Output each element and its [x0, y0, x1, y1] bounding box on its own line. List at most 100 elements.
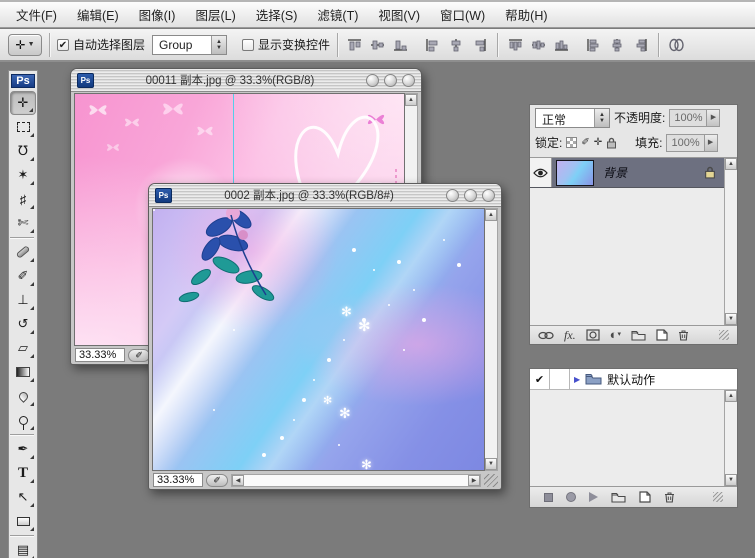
blend-mode-dropdown[interactable]: 正常 ▲▼ — [535, 108, 610, 128]
opacity-field[interactable]: 100% ▶ — [669, 109, 720, 127]
scroll-up-icon[interactable]: ▲ — [405, 94, 417, 106]
rectangle-tool[interactable] — [10, 509, 36, 533]
distribute-right-edges-icon[interactable] — [631, 36, 650, 53]
new-layer-icon[interactable] — [656, 329, 668, 341]
distribute-left-edges-icon[interactable] — [585, 36, 604, 53]
scroll-up-icon[interactable]: ▲ — [725, 390, 737, 402]
scroll-down-icon[interactable]: ▼ — [725, 474, 737, 486]
record-icon[interactable] — [566, 492, 576, 502]
new-set-icon[interactable] — [611, 492, 626, 503]
minimize-button[interactable] — [366, 74, 379, 87]
play-icon[interactable] — [589, 492, 598, 502]
rectangular-marquee-tool[interactable] — [10, 115, 36, 139]
vertical-scrollbar[interactable]: ▲ ▼ — [485, 208, 498, 471]
new-action-icon[interactable] — [639, 491, 651, 503]
zoom-level-field[interactable]: 33.33% — [75, 348, 125, 362]
zoom-level-field[interactable]: 33.33% — [153, 473, 203, 487]
close-button[interactable] — [482, 189, 495, 202]
actions-scrollbar[interactable]: ▲ ▼ — [724, 390, 737, 486]
slice-tool[interactable]: ✄ — [10, 211, 36, 235]
visibility-toggle[interactable] — [530, 158, 552, 187]
new-group-icon[interactable] — [631, 330, 646, 341]
lock-position-icon[interactable]: ✛ — [594, 137, 602, 149]
menu-item-1[interactable]: 编辑(E) — [67, 2, 129, 27]
window-title-bar[interactable]: Ps 0002 副本.jpg @ 33.3%(RGB/8#) — [149, 184, 501, 207]
menu-item-2[interactable]: 图像(I) — [129, 2, 186, 27]
pen-tool[interactable]: ✒ — [10, 437, 36, 461]
resize-grip[interactable] — [713, 492, 723, 502]
distribute-bottom-edges-icon[interactable] — [552, 36, 571, 53]
resize-grip[interactable] — [484, 474, 498, 487]
close-button[interactable] — [402, 74, 415, 87]
scroll-left-icon[interactable]: ◀ — [232, 475, 244, 486]
menu-item-6[interactable]: 视图(V) — [368, 2, 430, 27]
canvas-image-blue[interactable]: ✻ ✻ ✻ ✻ ✻ — [152, 208, 485, 471]
menu-item-7[interactable]: 窗口(W) — [430, 2, 495, 27]
layer-row-background[interactable]: 背景 — [530, 158, 724, 188]
delete-layer-icon[interactable] — [678, 329, 689, 341]
horizontal-scrollbar[interactable]: ◀ ▶ — [231, 474, 481, 487]
window-title-bar[interactable]: Ps 00011 副本.jpg @ 33.3%(RGB/8) — [71, 69, 421, 92]
align-horizontal-centers-icon[interactable] — [447, 36, 466, 53]
current-tool-button[interactable]: ✛▼ — [8, 34, 42, 56]
expand-arrow-icon[interactable]: ▶ — [574, 375, 580, 384]
brush-tool[interactable]: ✐ — [10, 264, 36, 288]
magic-wand-tool[interactable]: ✶ — [10, 163, 36, 187]
fill-field[interactable]: 100% ▶ — [666, 134, 717, 152]
add-layer-mask-icon[interactable] — [586, 329, 600, 341]
link-layers-icon[interactable] — [538, 331, 554, 340]
action-enabled-checkbox[interactable]: ✔ — [530, 369, 550, 389]
clone-stamp-tool[interactable]: ⊥ — [10, 288, 36, 312]
history-brush-tool[interactable]: ↺ — [10, 312, 36, 336]
lock-transparency-icon[interactable] — [566, 137, 577, 148]
align-left-edges-icon[interactable] — [424, 36, 443, 53]
gradient-tool[interactable] — [10, 360, 36, 384]
healing-brush-tool[interactable] — [10, 240, 36, 264]
scroll-down-icon[interactable]: ▼ — [725, 313, 737, 325]
distribute-vertical-centers-icon[interactable] — [529, 36, 548, 53]
layer-style-icon[interactable]: fx. — [564, 329, 576, 341]
menu-item-8[interactable]: 帮助(H) — [495, 2, 557, 27]
maximize-button[interactable] — [464, 189, 477, 202]
auto-align-layers-icon[interactable] — [667, 36, 686, 53]
align-right-edges-icon[interactable] — [470, 36, 489, 53]
stepper-icon[interactable]: ▲▼ — [594, 109, 609, 127]
delete-action-icon[interactable] — [664, 491, 675, 503]
menu-item-3[interactable]: 图层(L) — [185, 2, 245, 27]
auto-select-group-dropdown[interactable]: Group ▲▼ — [152, 35, 227, 55]
move-tool[interactable]: ✛ — [10, 91, 36, 115]
menu-item-5[interactable]: 滤镜(T) — [307, 2, 368, 27]
adjustment-layer-icon[interactable]: ◐▾ — [610, 329, 621, 341]
minimize-button[interactable] — [446, 189, 459, 202]
menu-item-4[interactable]: 选择(S) — [246, 2, 308, 27]
dodge-tool[interactable] — [10, 408, 36, 432]
menu-item-0[interactable]: 文件(F) — [6, 2, 67, 27]
auto-select-checkbox[interactable]: ✔ — [57, 39, 69, 51]
blur-tool[interactable] — [10, 384, 36, 408]
layers-scrollbar[interactable]: ▲ ▼ — [724, 158, 737, 325]
action-set-row[interactable]: ✔ ▶ 默认动作 — [530, 369, 737, 390]
maximize-button[interactable] — [384, 74, 397, 87]
align-top-edges-icon[interactable] — [345, 36, 364, 53]
type-tool[interactable]: T — [10, 461, 36, 485]
stop-icon[interactable] — [544, 493, 553, 502]
layer-name[interactable]: 背景 — [603, 164, 704, 181]
lasso-tool[interactable]: ℧ — [10, 139, 36, 163]
distribute-top-edges-icon[interactable] — [506, 36, 525, 53]
resize-grip[interactable] — [719, 330, 729, 340]
scroll-right-icon[interactable]: ▶ — [468, 475, 480, 486]
status-menu-icon[interactable]: ✐ — [206, 474, 228, 487]
crop-tool[interactable]: ♯ — [10, 187, 36, 211]
eraser-tool[interactable]: ▱ — [10, 336, 36, 360]
actions-list-area[interactable] — [530, 390, 724, 486]
photoshop-logo[interactable]: Ps — [11, 74, 35, 88]
show-transform-checkbox[interactable] — [242, 39, 254, 51]
auto-select-layer-option[interactable]: ✔ 自动选择图层 — [57, 36, 145, 53]
lock-pixels-icon[interactable]: ✐ — [581, 137, 589, 149]
scroll-up-icon[interactable]: ▲ — [485, 209, 497, 221]
scroll-down-icon[interactable]: ▼ — [485, 458, 497, 470]
arrow-right-icon[interactable]: ▶ — [704, 135, 717, 151]
distribute-horizontal-centers-icon[interactable] — [608, 36, 627, 53]
align-vertical-centers-icon[interactable] — [368, 36, 387, 53]
path-selection-tool[interactable]: ↖ — [10, 485, 36, 509]
